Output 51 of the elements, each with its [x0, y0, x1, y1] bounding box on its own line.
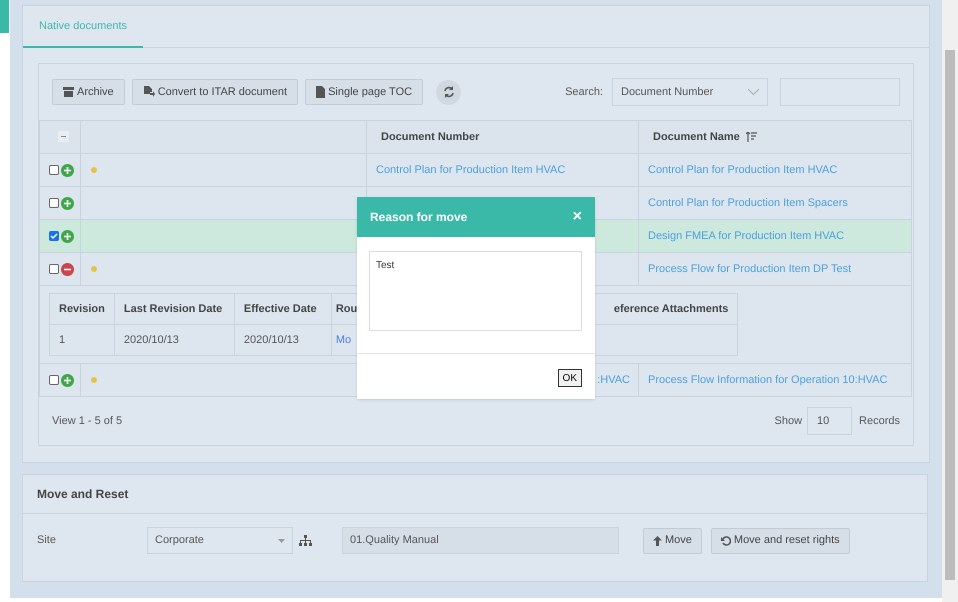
column-header[interactable]: Document Name — [638, 120, 912, 154]
field-label: Site — [37, 533, 57, 548]
pager-label: Show — [774, 414, 802, 429]
panel-title: Move and Reset — [37, 486, 128, 503]
search-dropdown[interactable]: Document Number — [612, 78, 768, 106]
refresh-icon — [442, 86, 455, 98]
table-cell: 2020/10/13 — [234, 324, 332, 356]
arrow-up-icon — [653, 536, 662, 546]
row-checkbox[interactable] — [49, 231, 59, 241]
expand-icon[interactable] — [61, 196, 74, 210]
row-checkbox[interactable] — [49, 165, 59, 175]
folder-field[interactable]: 01.Quality Manual — [342, 527, 619, 554]
column-header: Effective Date — [234, 294, 332, 324]
toolbar-button[interactable]: Convert to ITAR document — [132, 79, 298, 105]
expand-icon[interactable] — [61, 164, 74, 176]
pager-label: Records — [859, 414, 900, 429]
move-button[interactable]: Move — [643, 528, 702, 554]
document-link[interactable]: Mo — [336, 334, 352, 346]
ok-button[interactable]: OK — [558, 369, 582, 387]
column-header: Revision — [50, 294, 114, 324]
column-header: eference Attachments — [593, 294, 738, 324]
toolbar-button[interactable]: Archive — [52, 79, 125, 105]
archive-icon — [63, 87, 74, 97]
sitemap-icon[interactable] — [299, 535, 312, 546]
scrollbar[interactable] — [942, 0, 958, 602]
row-checkbox[interactable] — [49, 375, 59, 385]
search-label: Search: — [565, 84, 603, 100]
dialog-title: Reason for move — [370, 209, 468, 226]
undo-icon — [720, 536, 731, 546]
toolbar-button[interactable]: Single page TOC — [305, 79, 424, 105]
column-header: Last Revision Date — [114, 294, 234, 324]
expand-icon[interactable] — [61, 230, 74, 242]
row-checkbox[interactable] — [49, 264, 59, 274]
collapse-all-icon[interactable] — [58, 131, 68, 142]
table-cell: 1 — [50, 324, 114, 356]
reset-button[interactable]: Move and reset rights — [710, 528, 850, 554]
column-header[interactable]: Document Number — [366, 120, 638, 154]
collapse-icon[interactable] — [61, 262, 74, 276]
page-size-field[interactable]: 10 — [807, 407, 852, 435]
pager-info: View 1 - 5 of 5 — [52, 414, 122, 429]
site-dropdown[interactable]: Corporate — [147, 527, 293, 554]
caret-icon — [278, 538, 285, 542]
table-cell: 2020/10/13 — [114, 324, 234, 356]
file-icon — [316, 86, 326, 98]
row-checkbox[interactable] — [49, 198, 59, 208]
file-arrow-icon — [142, 86, 155, 98]
expand-icon[interactable] — [61, 374, 74, 386]
reason-field[interactable]: Test — [369, 251, 582, 331]
refresh-button[interactable] — [436, 80, 462, 104]
sort-icon — [746, 132, 757, 142]
chevron-down-icon — [748, 89, 759, 95]
